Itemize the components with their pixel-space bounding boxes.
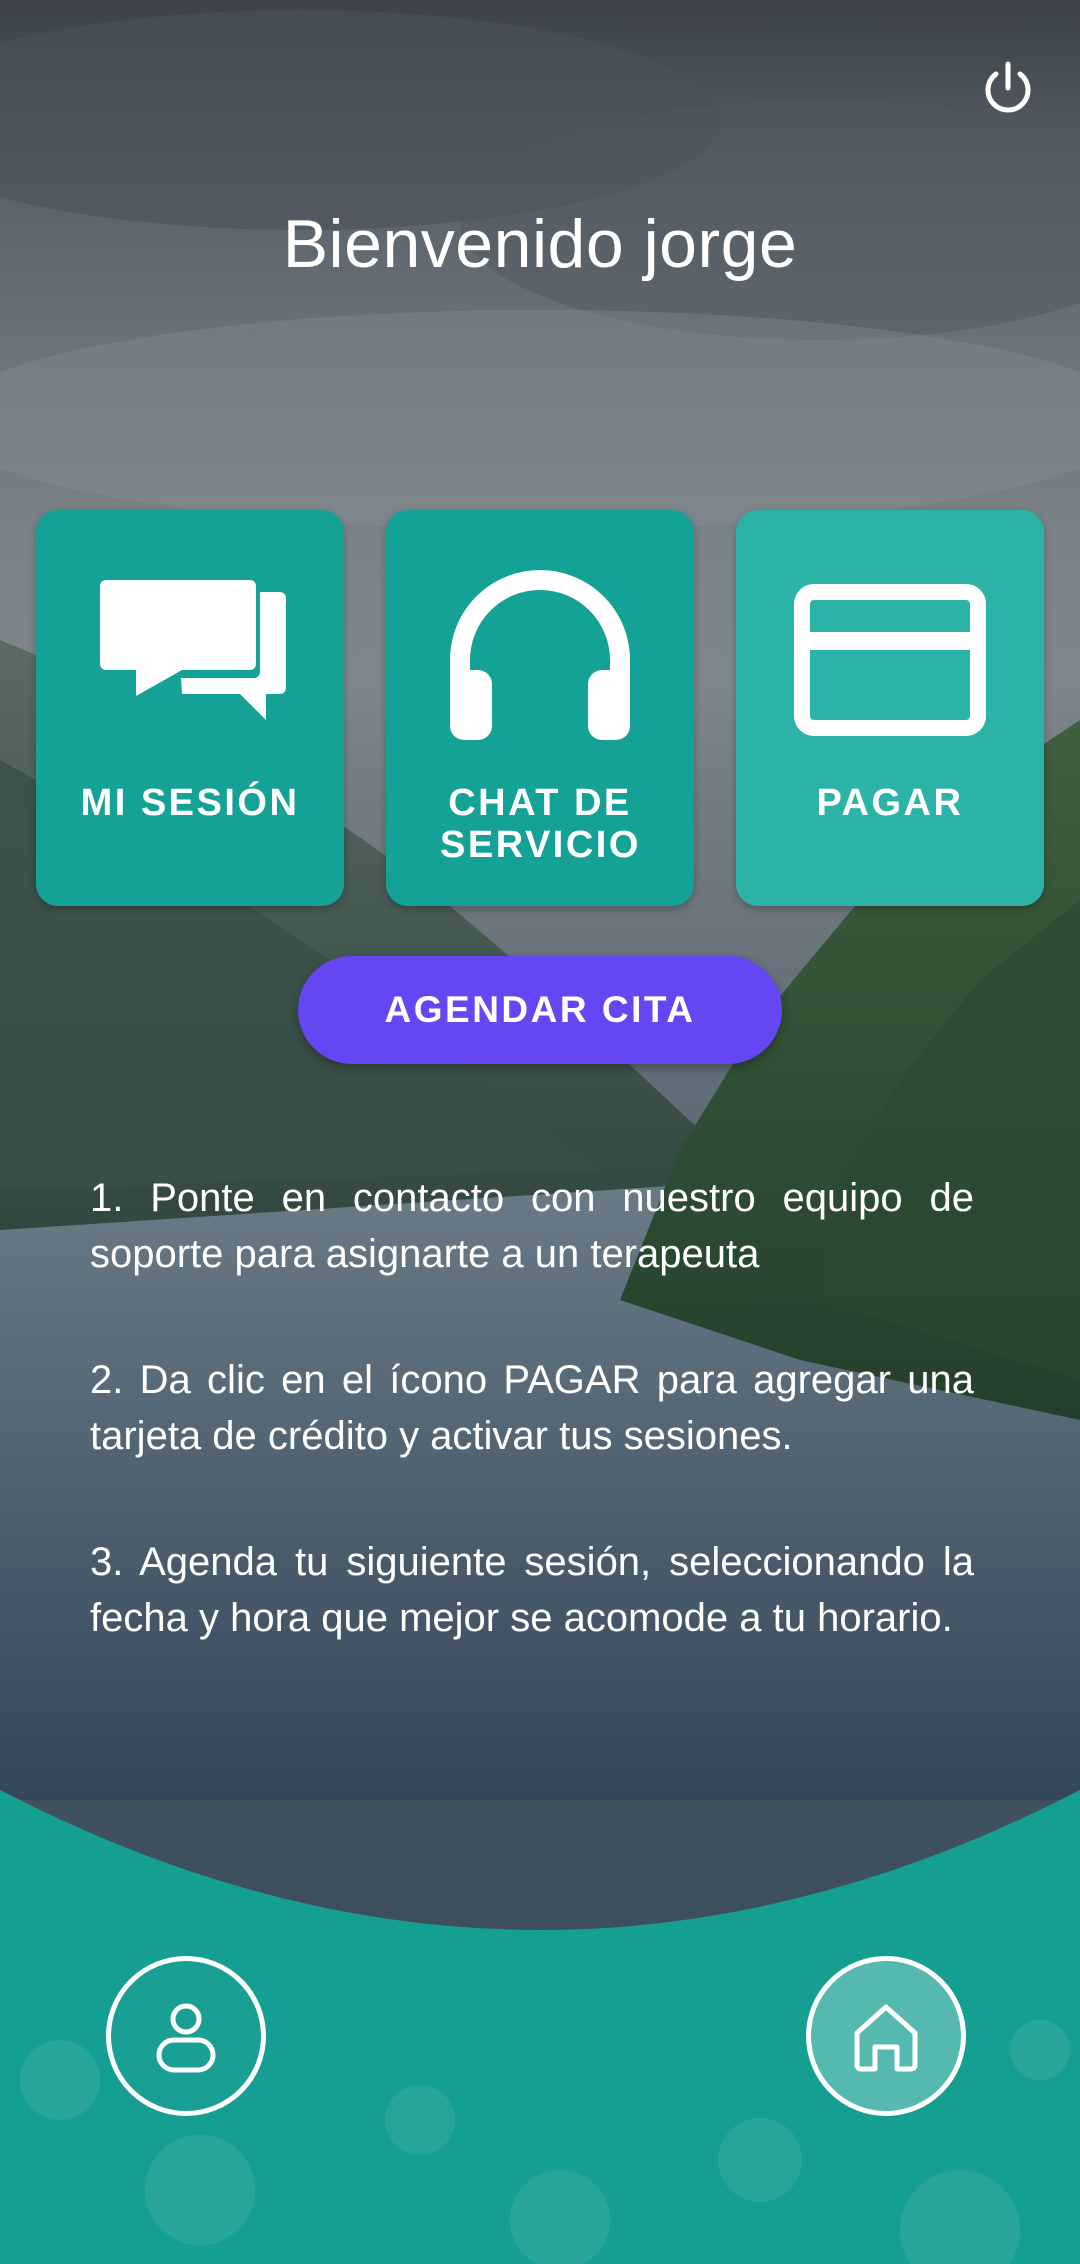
step-2: 2. Da clic en el ícono PAGAR para agrega… — [90, 1358, 974, 1458]
welcome-title: Bienvenido jorge — [282, 206, 798, 282]
step-1: 1. Ponte en contacto con nuestro equipo … — [90, 1176, 974, 1276]
action-tiles: MI SESIÓN CHAT DE SERVICIO PAGAR — [36, 510, 1044, 906]
step-3: 3. Agenda tu siguiente sesión, seleccion… — [90, 1540, 974, 1640]
pagar-tile[interactable]: PAGAR — [736, 510, 1044, 906]
headphones-icon — [450, 570, 630, 740]
power-icon — [985, 61, 1031, 113]
logout-button[interactable] — [978, 58, 1038, 118]
home-screen: Bienvenido jorge MI SESIÓN CHAT DE SERVI… — [0, 0, 1080, 2264]
credit-card-icon — [794, 584, 986, 736]
chat-servicio-label: CHAT DE SERVICIO — [440, 782, 641, 866]
instructions: 1. Ponte en contacto con nuestro equipo … — [90, 1170, 974, 1716]
bottom-wave — [0, 1790, 1080, 2264]
agendar-cita-button[interactable]: AGENDAR CITA — [298, 956, 782, 1064]
chat-servicio-tile[interactable]: CHAT DE SERVICIO — [386, 510, 694, 906]
home-icon — [854, 2004, 918, 2072]
chat-bubbles-icon — [100, 578, 286, 720]
profile-button[interactable] — [106, 1956, 266, 2116]
user-icon — [156, 2003, 216, 2073]
pagar-label: PAGAR — [816, 782, 964, 824]
mi-sesion-label: MI SESIÓN — [80, 782, 300, 824]
home-button[interactable] — [806, 1956, 966, 2116]
mi-sesion-tile[interactable]: MI SESIÓN — [36, 510, 344, 906]
